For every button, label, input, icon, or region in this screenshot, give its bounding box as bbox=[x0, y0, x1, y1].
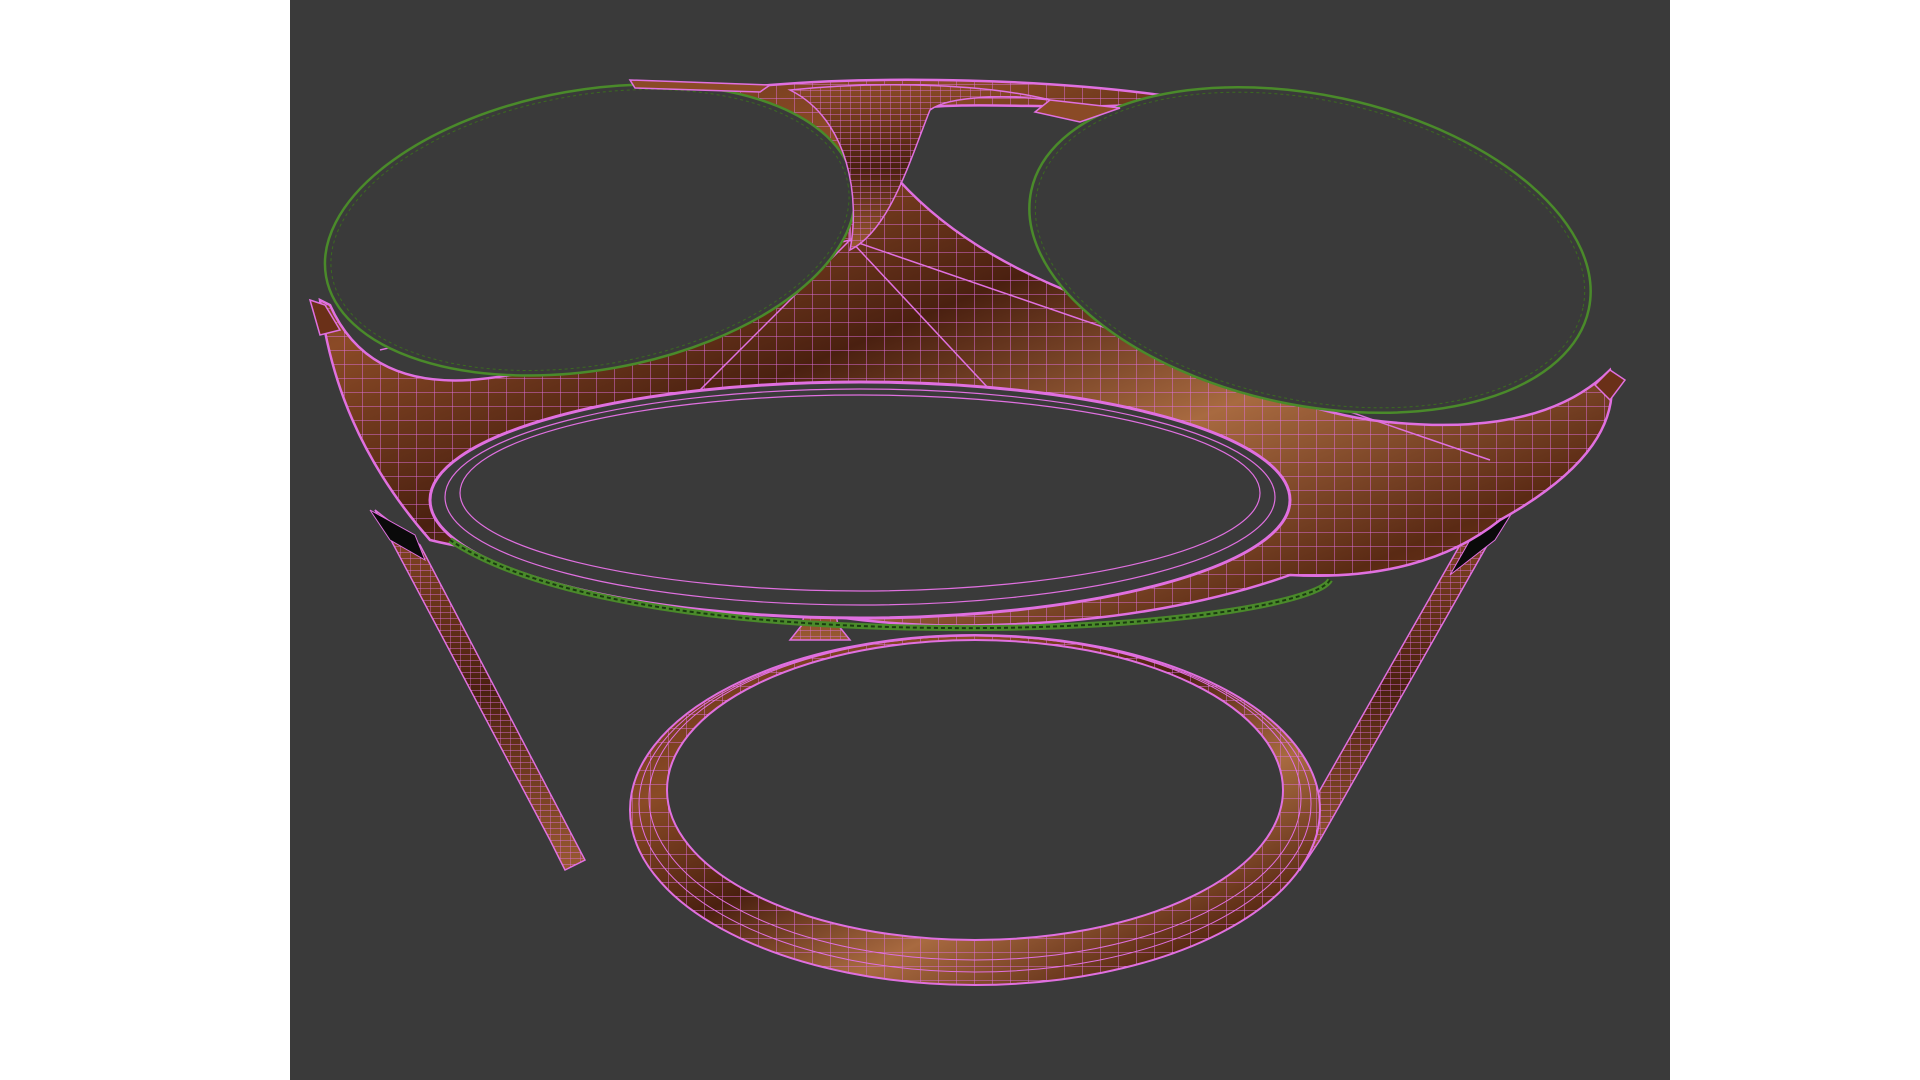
screen bbox=[0, 0, 1920, 1080]
viewport-canvas[interactable] bbox=[290, 0, 1670, 1080]
base-ring bbox=[629, 634, 1321, 986]
3d-viewport[interactable] bbox=[290, 0, 1670, 1080]
